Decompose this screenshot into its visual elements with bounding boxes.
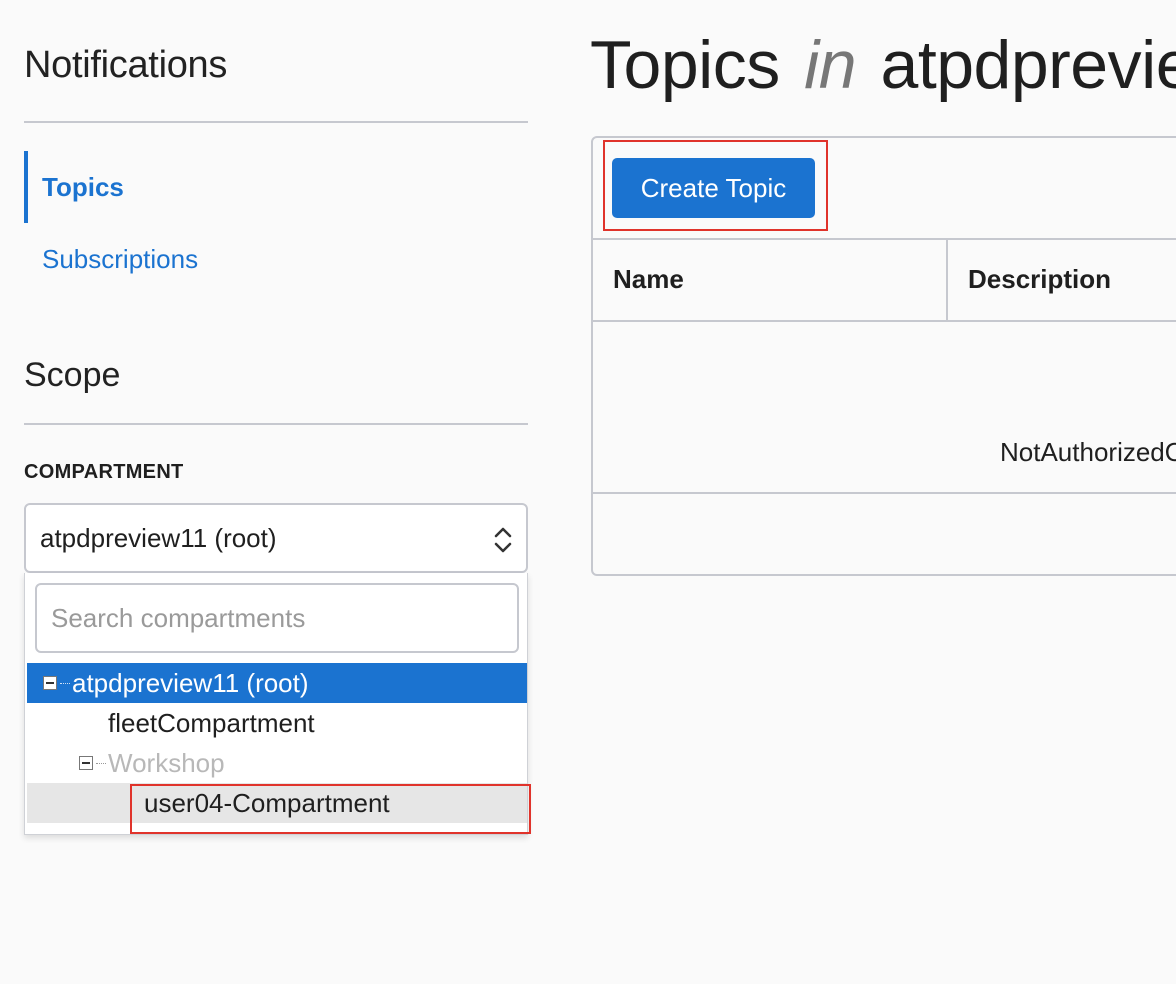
create-topic-button[interactable]: Create Topic bbox=[612, 158, 815, 218]
table-divider bbox=[593, 238, 1176, 240]
tree-item-workshop: Workshop bbox=[27, 743, 527, 783]
compartment-label: COMPARTMENT bbox=[24, 461, 184, 483]
collapse-icon[interactable] bbox=[43, 676, 57, 690]
scope-title: Scope bbox=[24, 356, 121, 394]
collapse-icon[interactable] bbox=[79, 756, 93, 770]
table-divider bbox=[593, 492, 1176, 494]
tree-item-label: Workshop bbox=[108, 747, 225, 778]
compartment-dropdown: atpdpreview11 (root) fleetCompartment Wo… bbox=[24, 573, 528, 835]
tree-item-label: fleetCompartment bbox=[108, 707, 315, 738]
empty-table-message: NotAuthorizedOrNotFound bbox=[1000, 437, 1176, 467]
page-title-prefix: Topics bbox=[590, 27, 780, 103]
sidebar-divider bbox=[24, 121, 528, 123]
sidebar-item-label: Topics bbox=[42, 171, 124, 202]
tree-item-label: user04-Compartment bbox=[144, 787, 390, 818]
search-compartments-input[interactable] bbox=[35, 583, 519, 653]
tree-item-fleet-compartment[interactable]: fleetCompartment bbox=[27, 703, 527, 743]
select-arrows-icon bbox=[494, 527, 512, 553]
tree-item-root[interactable]: atpdpreview11 (root) bbox=[27, 663, 527, 703]
column-header-description[interactable]: Description bbox=[968, 264, 1111, 295]
tree-item-user04-compartment[interactable]: user04-Compartment bbox=[27, 783, 527, 823]
tree-item-label: atpdpreview11 (root) bbox=[72, 667, 309, 698]
table-divider bbox=[593, 320, 1176, 322]
sidebar-item-label: Subscriptions bbox=[42, 243, 199, 274]
column-header-name[interactable]: Name bbox=[613, 264, 684, 295]
tree-connector bbox=[96, 762, 106, 764]
compartment-select-value: atpdpreview11 (root) bbox=[40, 522, 277, 553]
tree-connector bbox=[60, 682, 70, 684]
column-separator[interactable] bbox=[946, 240, 948, 320]
page-title-in: in bbox=[804, 27, 857, 103]
page-title: Topics in atpdpreview11 (root) bbox=[590, 26, 1176, 104]
page-title-scope: atpdpreview11 (root) bbox=[880, 27, 1176, 103]
compartment-select[interactable]: atpdpreview11 (root) bbox=[24, 503, 528, 573]
notifications-page: Notifications Topics Subscriptions Scope… bbox=[0, 0, 1176, 984]
sidebar-title: Notifications bbox=[24, 44, 228, 86]
scope-divider bbox=[24, 423, 528, 425]
sidebar-item-topics[interactable]: Topics bbox=[24, 151, 528, 223]
sidebar-item-subscriptions[interactable]: Subscriptions bbox=[24, 223, 528, 295]
